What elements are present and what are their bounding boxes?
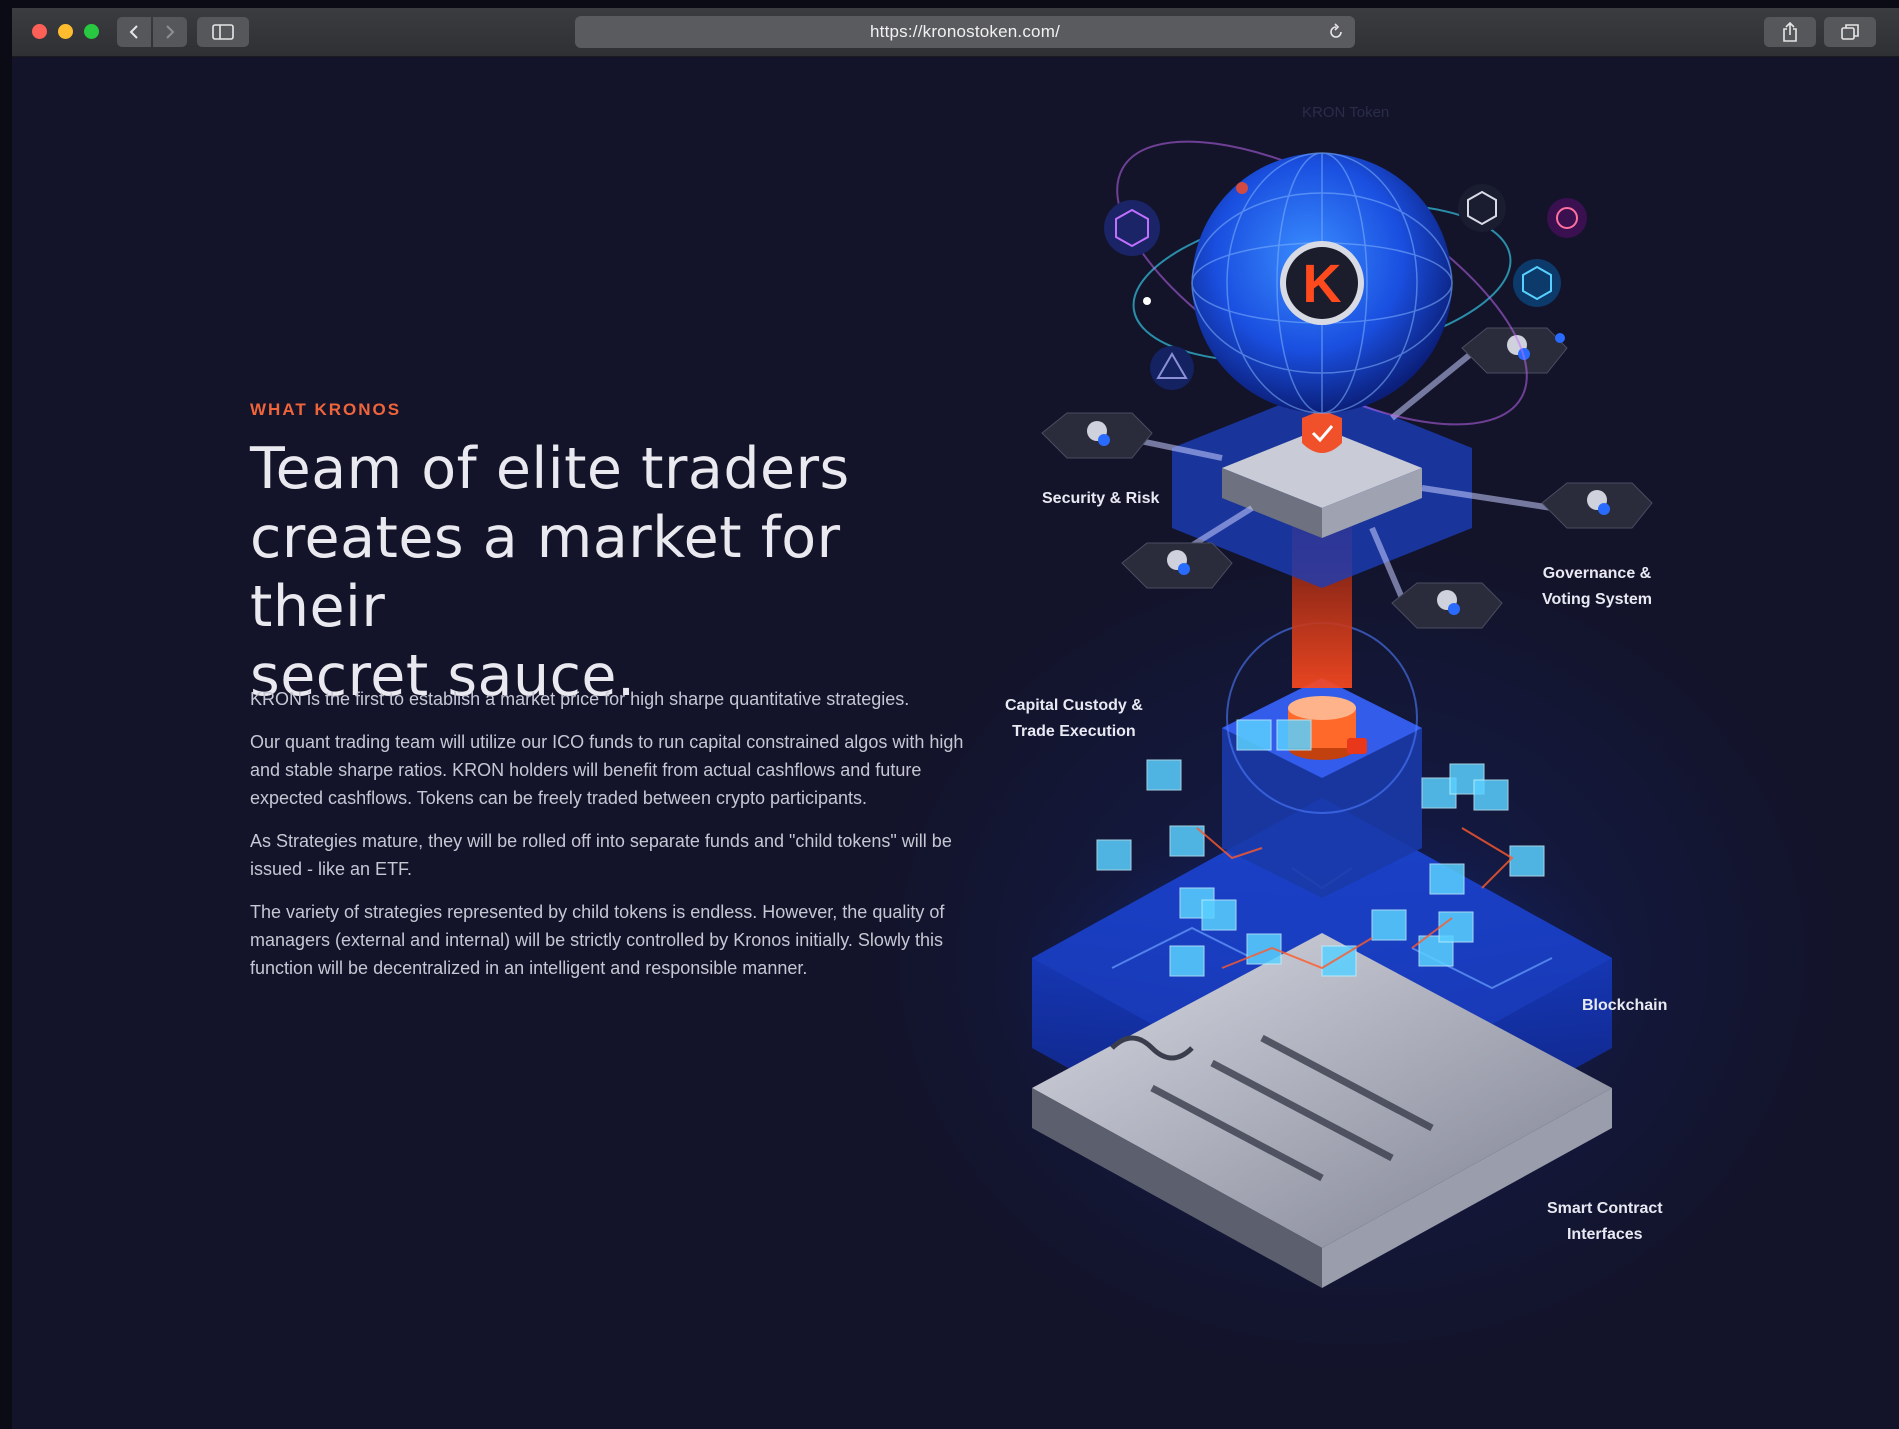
headline-line: Team of elite traders [250, 436, 850, 502]
blockchain-label: Blockchain [1582, 997, 1668, 1014]
security-node [1041, 412, 1153, 459]
sidebar-icon [212, 24, 234, 40]
kron-token-label: KRON Token [1302, 104, 1390, 121]
tabs-icon [1841, 24, 1859, 40]
crypto-coin-icon [1104, 200, 1160, 256]
url-text: https://kronostoken.com/ [870, 22, 1060, 41]
kron-logo-letter: K [1303, 254, 1342, 314]
smart-contract-label: Smart Contract Interfaces [1547, 1196, 1663, 1248]
sidebar-toggle-button[interactable] [197, 17, 249, 47]
governance-node [1541, 482, 1653, 529]
tab-overview-button[interactable] [1824, 17, 1876, 47]
paragraph: The variety of strategies represented by… [250, 902, 945, 978]
shield-icon [1302, 410, 1342, 453]
governance-label: Governance & Voting System [1542, 561, 1652, 613]
section-headline: Team of elite traders creates a market f… [250, 435, 970, 711]
close-window-button[interactable] [32, 24, 47, 39]
headline-line: creates a market for their [250, 505, 841, 640]
maximize-window-button[interactable] [84, 24, 99, 39]
minimize-window-button[interactable] [58, 24, 73, 39]
crypto-coin-icon [1547, 198, 1587, 238]
section-body: KRON is the first to establish a market … [250, 685, 970, 997]
chevron-left-icon [129, 25, 138, 39]
label-line: Trade Execution [1012, 723, 1136, 740]
security-risk-label: Security & Risk [1042, 490, 1160, 507]
label-line: Interfaces [1566, 1226, 1643, 1243]
label-line: Capital Custody & [1005, 697, 1143, 714]
risk-node [1121, 542, 1233, 589]
paragraph: Our quant trading team will utilize our … [250, 732, 964, 808]
section-eyebrow: WHAT KRONOS [250, 400, 402, 419]
browser-toolbar: https://kronostoken.com/ [12, 8, 1899, 57]
crypto-coin-icon [1150, 346, 1194, 390]
back-button[interactable] [117, 17, 151, 47]
address-bar[interactable]: https://kronostoken.com/ [575, 16, 1355, 48]
chevron-right-icon [166, 25, 175, 39]
paragraph: KRON is the first to establish a market … [250, 689, 910, 709]
reload-icon[interactable] [1327, 23, 1345, 41]
share-button[interactable] [1764, 17, 1816, 47]
forward-button[interactable] [153, 17, 187, 47]
browser-window: https://kronostoken.com/ WHAT KRONOS Tea… [12, 8, 1899, 1429]
label-line: Voting System [1542, 591, 1652, 608]
paragraph: As Strategies mature, they will be rolle… [250, 831, 952, 879]
share-icon [1783, 22, 1797, 42]
label-line: Governance & [1542, 565, 1652, 582]
crypto-coin-icon [1513, 259, 1561, 307]
label-line: Smart Contract [1547, 1200, 1663, 1217]
voting-node [1391, 582, 1503, 629]
crypto-coin-icon [1458, 184, 1506, 232]
capital-custody-label: Capital Custody & Trade Execution [1005, 693, 1143, 745]
